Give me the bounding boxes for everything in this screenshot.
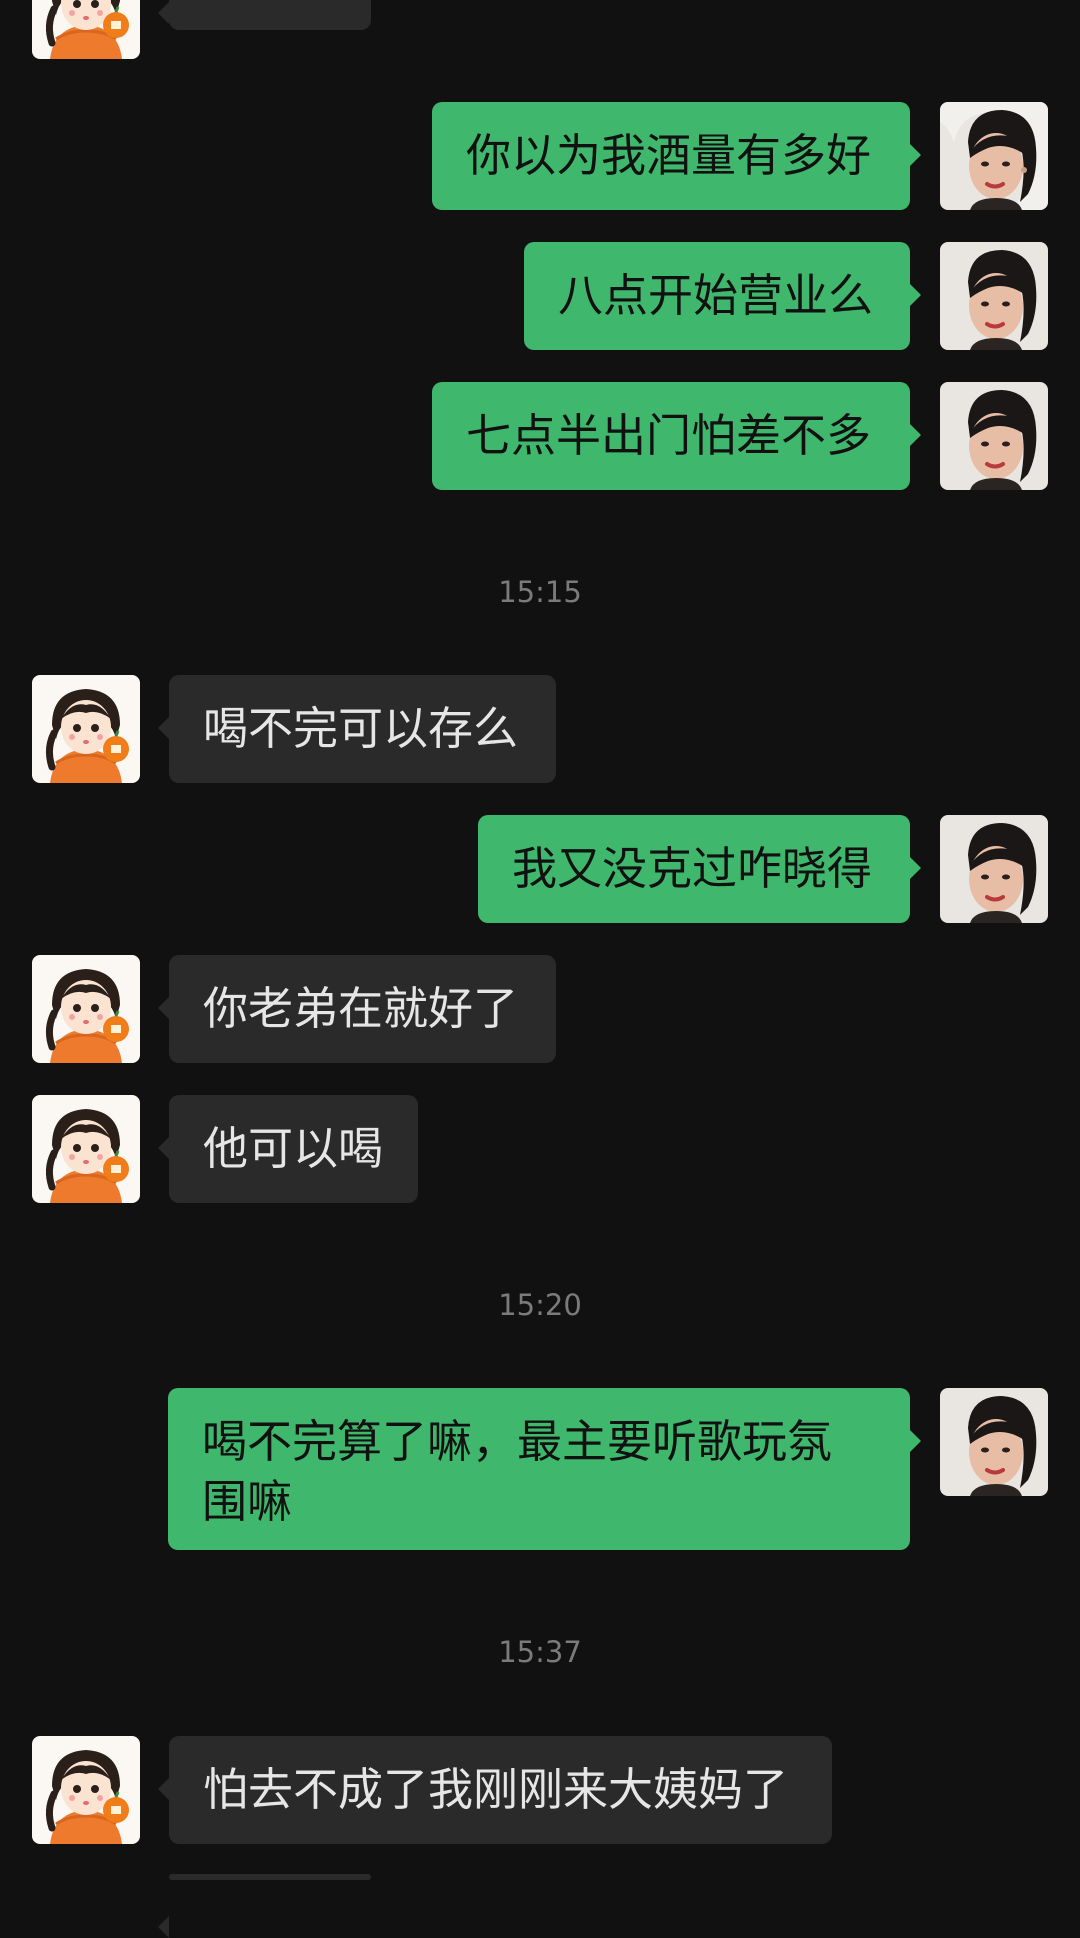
message-bubble-outgoing[interactable]: 七点半出门怕差不多 bbox=[432, 382, 921, 490]
message-text: 你以为我酒量有多好 bbox=[466, 129, 872, 182]
message-text: 怕去不成了我刚刚来大姨妈了 bbox=[203, 1763, 789, 1816]
message-bubble-incoming[interactable]: 喝不完可以存么 bbox=[158, 675, 556, 783]
message-bubble-outgoing[interactable]: 你以为我酒量有多好 bbox=[432, 102, 921, 210]
woman-avatar-icon bbox=[940, 242, 1048, 350]
girl-avatar-icon bbox=[32, 675, 140, 783]
girl-avatar-icon bbox=[32, 1095, 140, 1203]
message-text: 他可以喝 bbox=[203, 1122, 384, 1175]
message-bubble-outgoing[interactable]: 我又没克过咋晓得 bbox=[478, 815, 921, 923]
message-text: 喝不完可以存么 bbox=[203, 702, 519, 755]
woman-avatar-icon bbox=[940, 815, 1048, 923]
woman-avatar-icon bbox=[940, 382, 1048, 490]
message-text: 八点开始营业么 bbox=[558, 269, 874, 322]
message-text: 你老弟在就好了 bbox=[203, 982, 519, 1035]
message-bubble-incoming[interactable] bbox=[158, 1874, 371, 1938]
my-avatar[interactable] bbox=[940, 102, 1048, 210]
message-text: 我又没克过咋晓得 bbox=[512, 842, 873, 895]
contact-avatar[interactable] bbox=[32, 675, 140, 783]
timestamp: 15:37 bbox=[498, 1635, 582, 1669]
message-text: 七点半出门怕差不多 bbox=[466, 409, 872, 462]
message-bubble-incoming[interactable]: 你老弟在就好了 bbox=[158, 955, 556, 1063]
message-text: 喝不完算了嘛，最主要听歌玩氛围嘛 bbox=[202, 1415, 833, 1528]
my-avatar[interactable] bbox=[940, 1388, 1048, 1496]
timestamp: 15:15 bbox=[498, 575, 582, 609]
my-avatar[interactable] bbox=[940, 815, 1048, 923]
contact-avatar[interactable] bbox=[32, 1874, 140, 1880]
contact-avatar[interactable] bbox=[32, 1736, 140, 1844]
chat-area: 你以为我酒量有多好 八点开始营业么 七点半出门怕差不多 15:15 喝不完可以存… bbox=[0, 0, 1080, 1938]
girl-avatar-icon bbox=[32, 1736, 140, 1844]
message-bubble-incoming[interactable]: 他可以喝 bbox=[158, 1095, 418, 1203]
contact-avatar[interactable] bbox=[32, 1095, 140, 1203]
woman-avatar-icon bbox=[940, 1388, 1048, 1496]
contact-avatar[interactable] bbox=[32, 0, 140, 59]
timestamp: 15:20 bbox=[498, 1288, 582, 1322]
message-bubble-incoming[interactable]: 怕去不成了我刚刚来大姨妈了 bbox=[158, 1736, 832, 1844]
woman-avatar-icon bbox=[940, 102, 1048, 210]
girl-avatar-icon bbox=[32, 955, 140, 1063]
my-avatar[interactable] bbox=[940, 242, 1048, 350]
message-bubble-outgoing[interactable]: 八点开始营业么 bbox=[524, 242, 921, 350]
girl-avatar-icon bbox=[32, 0, 140, 59]
my-avatar[interactable] bbox=[940, 382, 1048, 490]
message-bubble[interactable] bbox=[158, 0, 371, 30]
contact-avatar[interactable] bbox=[32, 955, 140, 1063]
message-bubble-outgoing[interactable]: 喝不完算了嘛，最主要听歌玩氛围嘛 bbox=[168, 1388, 921, 1550]
